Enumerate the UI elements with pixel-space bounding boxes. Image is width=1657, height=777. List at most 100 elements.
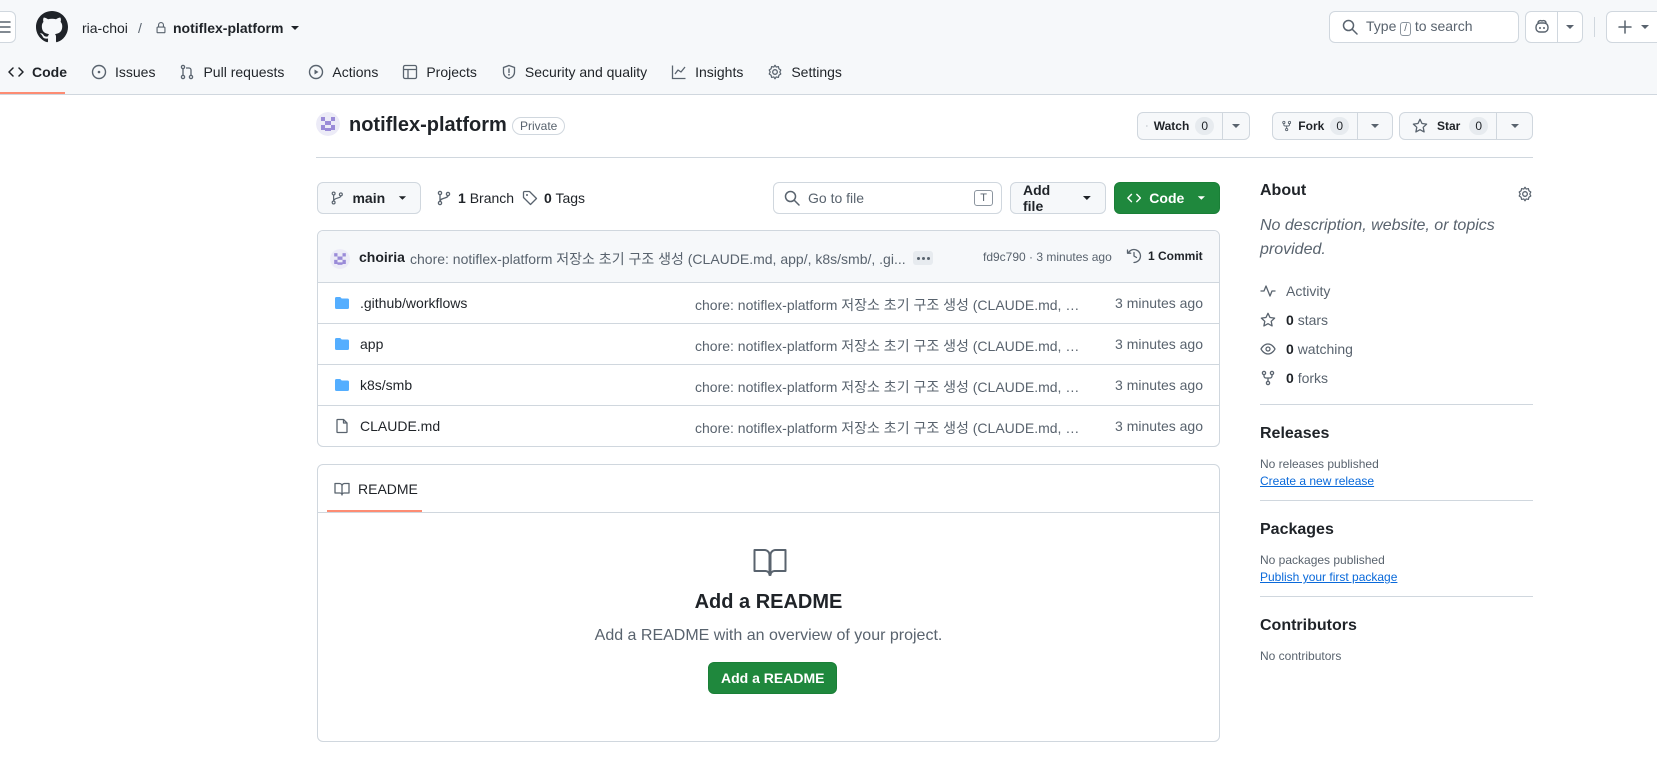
commit-expand-button[interactable] <box>913 251 933 265</box>
commit-history-link[interactable]: 1 Commit <box>1126 248 1203 264</box>
commit-author-avatar[interactable] <box>330 249 350 269</box>
create-new-button[interactable] <box>1606 11 1657 43</box>
tab-code-label: Code <box>32 64 67 80</box>
activity-link[interactable]: Activity <box>1260 276 1533 305</box>
repo-sidebar: About No description, website, or topics… <box>1260 182 1533 663</box>
watch-count: 0 <box>1195 117 1214 135</box>
watching-count: 0 <box>1286 340 1294 357</box>
file-row[interactable]: app chore: notiflex-platform 저장소 초기 구조 생… <box>318 324 1219 365</box>
file-commit-message[interactable]: chore: notiflex-platform 저장소 초기 구조 생성 (C… <box>695 377 1082 397</box>
file-commit-message[interactable]: chore: notiflex-platform 저장소 초기 구조 생성 (C… <box>695 336 1082 356</box>
tab-code[interactable]: Code <box>0 58 75 94</box>
stars-count: 0 <box>1286 311 1294 328</box>
file-commit-time: 3 minutes ago <box>1115 418 1203 434</box>
packages-title[interactable]: Packages <box>1260 521 1533 539</box>
copilot-button-group <box>1525 11 1583 43</box>
shield-icon <box>502 64 516 80</box>
star-button-group: Star 0 <box>1399 112 1533 140</box>
file-row[interactable]: k8s/smb chore: notiflex-platform 저장소 초기 … <box>318 365 1219 406</box>
tags-link[interactable]: 0 Tags <box>522 190 585 206</box>
repo-owner-avatar[interactable] <box>316 112 340 136</box>
copilot-button[interactable] <box>1526 12 1558 42</box>
github-logo-icon[interactable] <box>36 11 68 43</box>
tab-issues[interactable]: Issues <box>83 58 163 86</box>
file-name[interactable]: .github/workflows <box>360 295 467 311</box>
tab-insights[interactable]: Insights <box>663 58 751 86</box>
stars-label: stars <box>1297 311 1329 328</box>
book-icon <box>334 482 350 496</box>
contributors-title[interactable]: Contributors <box>1260 617 1533 635</box>
watching-link[interactable]: 0 watching <box>1260 334 1533 363</box>
readme-tab[interactable]: README <box>334 481 418 497</box>
lock-icon <box>156 22 166 34</box>
breadcrumb-owner[interactable]: ria-choi <box>82 18 128 38</box>
file-name[interactable]: k8s/smb <box>360 377 412 393</box>
add-readme-button[interactable]: Add a README <box>708 662 838 694</box>
visibility-badge: Private <box>512 117 566 135</box>
tab-projects[interactable]: Projects <box>394 58 485 86</box>
gear-icon[interactable] <box>1517 186 1533 202</box>
commit-author[interactable]: choiria <box>359 249 405 265</box>
global-header: ria-choi / notiflex-platform Type / to s… <box>0 0 1657 95</box>
star-button[interactable]: Star 0 <box>1400 113 1498 139</box>
triangle-down-icon <box>1641 25 1649 29</box>
go-to-file-input[interactable]: Go to file T <box>773 182 1002 214</box>
publish-package-link[interactable]: Publish your first package <box>1260 570 1397 584</box>
star-dropdown-button[interactable] <box>1497 113 1532 139</box>
packages-section: Packages No packages published Publish y… <box>1260 500 1533 584</box>
readme-divider <box>318 512 1219 513</box>
tab-actions[interactable]: Actions <box>300 58 386 86</box>
menu-button[interactable] <box>0 11 16 43</box>
file-commit-message[interactable]: chore: notiflex-platform 저장소 초기 구조 생성 (C… <box>695 295 1082 315</box>
file-browser: choiria chore: notiflex-platform 저장소 초기 … <box>317 230 1220 447</box>
contributors-section: Contributors No contributors <box>1260 596 1533 663</box>
header-divider <box>1594 17 1595 37</box>
about-title: About <box>1260 182 1307 199</box>
fork-dropdown-button[interactable] <box>1358 113 1392 139</box>
search-icon <box>1342 19 1358 35</box>
tab-security[interactable]: Security and quality <box>493 58 655 86</box>
packages-empty-text: No packages published <box>1260 553 1385 567</box>
global-search[interactable]: Type / to search <box>1329 11 1519 43</box>
contributors-empty-text: No contributors <box>1260 649 1342 663</box>
watch-dropdown-button[interactable] <box>1223 113 1249 139</box>
search-suffix: to search <box>1414 18 1473 34</box>
tab-pull-requests[interactable]: Pull requests <box>171 58 292 86</box>
releases-title[interactable]: Releases <box>1260 425 1533 443</box>
gear-icon <box>768 64 782 80</box>
pull-request-icon <box>181 64 194 80</box>
file-commit-message[interactable]: chore: notiflex-platform 저장소 초기 구조 생성 (C… <box>695 418 1082 438</box>
file-icon <box>336 418 348 434</box>
branch-name: main <box>352 190 386 206</box>
breadcrumb-repo[interactable]: notiflex-platform <box>155 18 301 38</box>
tab-settings[interactable]: Settings <box>759 58 850 86</box>
tab-insights-label: Insights <box>695 64 744 80</box>
repo-nav-tabs: Code Issues Pull requests Actions Projec… <box>0 58 858 95</box>
issue-icon <box>91 64 107 80</box>
play-icon <box>309 64 324 80</box>
copilot-dropdown-button[interactable] <box>1558 12 1582 42</box>
branches-link[interactable]: 1 Branch <box>436 190 514 206</box>
create-release-link[interactable]: Create a new release <box>1260 474 1374 488</box>
table-icon <box>403 64 418 80</box>
branch-select-button[interactable]: main <box>317 182 421 214</box>
file-name[interactable]: app <box>360 336 383 352</box>
fork-button[interactable]: Fork 0 <box>1273 113 1358 139</box>
add-file-button[interactable]: Add file <box>1010 182 1106 214</box>
watch-button[interactable]: Watch 0 <box>1138 113 1223 139</box>
search-shortcut-key: / <box>1400 22 1412 36</box>
readme-tab-label: README <box>358 481 418 497</box>
breadcrumb-repo-label: notiflex-platform <box>173 20 284 36</box>
tag-count: 0 <box>544 190 552 206</box>
forks-link[interactable]: 0 forks <box>1260 363 1533 392</box>
file-name[interactable]: CLAUDE.md <box>360 418 440 434</box>
file-row[interactable]: .github/workflows chore: notiflex-platfo… <box>318 283 1219 324</box>
commit-message[interactable]: chore: notiflex-platform 저장소 초기 구조 생성 (C… <box>410 249 906 269</box>
tab-security-label: Security and quality <box>524 64 648 80</box>
file-row[interactable]: CLAUDE.md chore: notiflex-platform 저장소 초… <box>318 406 1219 446</box>
commit-meta[interactable]: fd9c790 · 3 minutes ago <box>983 250 1112 264</box>
stars-link[interactable]: 0 stars <box>1260 305 1533 334</box>
code-button[interactable]: Code <box>1114 182 1220 214</box>
repo-name[interactable]: notiflex-platform <box>349 114 507 137</box>
branch-count: 1 <box>458 190 466 206</box>
